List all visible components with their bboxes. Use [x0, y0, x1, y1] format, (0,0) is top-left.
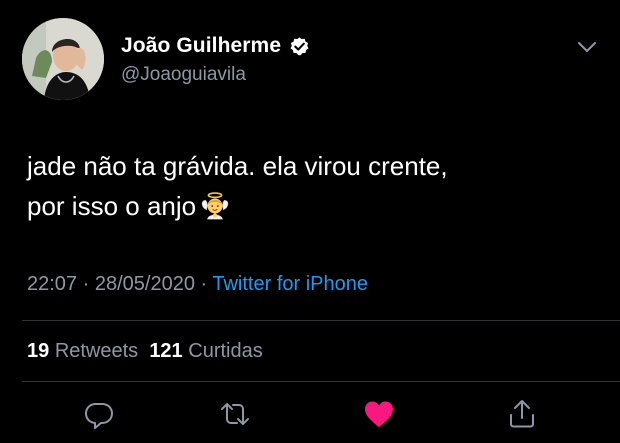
- meta-separator: ·: [77, 273, 95, 295]
- author-handle[interactable]: @Joaoguiavila: [121, 64, 246, 86]
- meta-separator: ·: [194, 273, 213, 295]
- tweet-stats: 19 Retweets 121 Curtidas: [27, 340, 263, 363]
- retweets-label: Retweets: [54, 340, 139, 362]
- avatar-photo: [22, 18, 104, 100]
- more-options-button[interactable]: [574, 36, 600, 58]
- tweet-date[interactable]: 28/05/2020: [95, 273, 195, 295]
- like-button[interactable]: [362, 397, 396, 431]
- author-display-name[interactable]: João Guilherme: [121, 34, 281, 58]
- divider: [22, 381, 620, 382]
- retweets-stat[interactable]: 19 Retweets: [27, 340, 138, 362]
- likes-count: 121: [149, 340, 183, 362]
- divider: [22, 320, 620, 321]
- baby-angel-emoji-icon: [200, 191, 230, 221]
- tweet-source-link[interactable]: Twitter for iPhone: [212, 273, 368, 295]
- tweet-meta: 22:07 · 28/05/2020 · Twitter for iPhone: [27, 273, 368, 296]
- chevron-down-icon: [578, 42, 596, 52]
- likes-stat[interactable]: 121 Curtidas: [149, 340, 262, 362]
- avatar[interactable]: [22, 18, 104, 100]
- reply-icon: [85, 403, 113, 429]
- author-row: João Guilherme: [121, 34, 310, 58]
- verified-badge-icon: [289, 36, 310, 57]
- share-icon: [510, 400, 534, 428]
- heart-icon: [365, 401, 393, 427]
- retweet-icon: [221, 403, 249, 425]
- tweet-text: jade não ta grávida. ela virou crente, p…: [27, 146, 597, 226]
- retweet-button[interactable]: [218, 397, 252, 431]
- tweet-text-line: por isso o anjo: [27, 191, 197, 221]
- tweet-text-line: jade não ta grávida. ela virou crente,: [27, 151, 448, 181]
- tweet-time[interactable]: 22:07: [27, 273, 77, 295]
- share-button[interactable]: [505, 397, 539, 431]
- retweets-count: 19: [27, 340, 50, 362]
- reply-button[interactable]: [82, 397, 116, 431]
- likes-label: Curtidas: [188, 340, 263, 362]
